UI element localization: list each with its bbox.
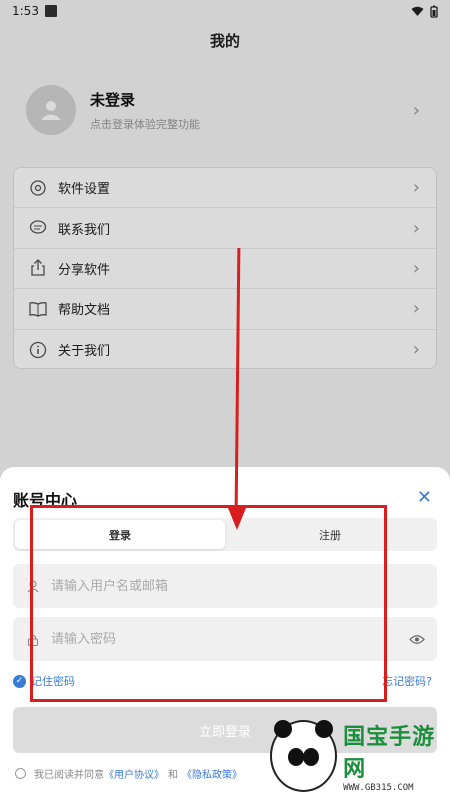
terms-link[interactable]: 《用户协议》 (104, 766, 164, 781)
watermark-url: WWW.GB315.COM (343, 783, 414, 793)
agreement-radio[interactable] (15, 768, 26, 779)
privacy-link[interactable]: 《隐私政策》 (182, 766, 242, 781)
check-icon: ✓ (13, 674, 26, 688)
agreement-and: 和 (168, 770, 178, 781)
agreement-prefix: 我已阅读并同意 (34, 770, 104, 781)
eye-icon[interactable] (409, 630, 425, 649)
annotation-highlight-box (30, 505, 387, 702)
panda-logo-icon (270, 720, 338, 792)
forgot-password-link[interactable]: 忘记密码? (382, 673, 432, 689)
agreement-row: 我已阅读并同意 《用户协议》 和 《隐私政策》 (15, 766, 242, 781)
watermark: 国宝手游网 WWW.GB315.COM (270, 712, 450, 800)
watermark-title: 国宝手游网 (343, 725, 436, 782)
close-icon[interactable]: ✕ (417, 487, 432, 508)
